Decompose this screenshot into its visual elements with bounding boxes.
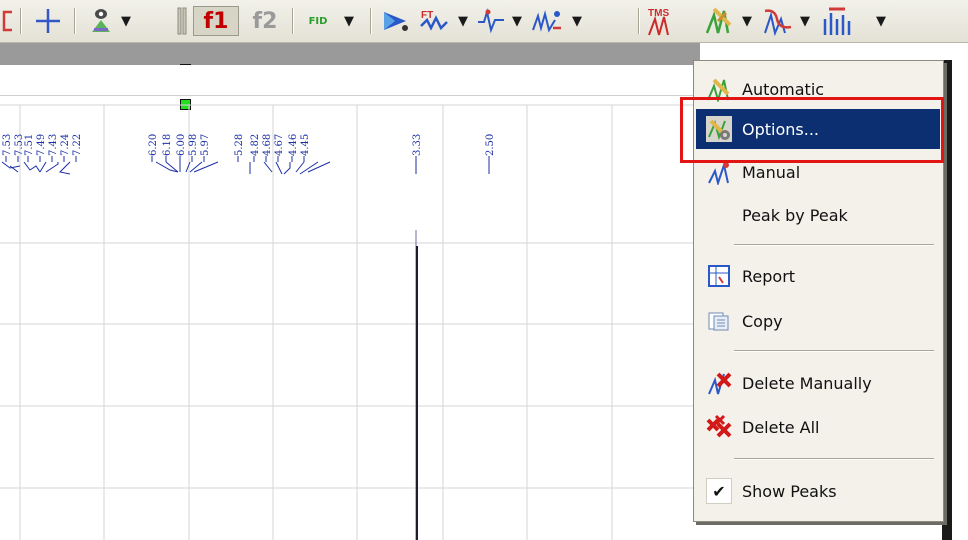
menu-item-peak-by-peak[interactable]: Peak by Peak bbox=[696, 195, 940, 235]
f1-button[interactable]: f1 bbox=[193, 0, 239, 42]
spectrum-title-area bbox=[0, 65, 700, 96]
chevron-down-icon[interactable]: ▼ bbox=[800, 0, 810, 42]
peak-label: 7.43 bbox=[48, 134, 59, 156]
peak-label: 4.68 bbox=[262, 134, 273, 156]
crosshair-icon[interactable] bbox=[28, 0, 68, 42]
peak-connectors bbox=[1, 161, 490, 175]
chevron-down-icon[interactable]: ▼ bbox=[572, 0, 582, 42]
menu-item-label: Manual bbox=[742, 162, 801, 182]
chevron-down-icon[interactable]: ▼ bbox=[344, 0, 354, 42]
eye-icon[interactable] bbox=[84, 0, 118, 42]
spectrum-header-bar bbox=[0, 43, 700, 65]
grid bbox=[0, 104, 700, 540]
menu-item-report[interactable]: Report bbox=[696, 256, 940, 296]
menu-item-copy[interactable]: Copy bbox=[696, 301, 940, 341]
peak-label: 6.00 bbox=[176, 134, 187, 156]
peak-label: 6.18 bbox=[162, 134, 173, 156]
menu-item-delete-all[interactable]: Delete All bbox=[696, 407, 940, 447]
partial-bracket-icon[interactable] bbox=[0, 0, 14, 42]
peak-label: 3.33 bbox=[412, 134, 423, 156]
toolbar-separator bbox=[74, 8, 76, 34]
copy-icon bbox=[696, 310, 742, 332]
menu-item-show-peaks[interactable]: ✔ Show Peaks bbox=[696, 471, 940, 511]
f2-button[interactable]: f2 bbox=[244, 0, 286, 42]
menu-item-label: Report bbox=[742, 266, 796, 286]
process-arrow-icon[interactable] bbox=[378, 0, 414, 42]
menu-separator bbox=[734, 350, 934, 352]
report-icon bbox=[696, 265, 742, 287]
options-highlight-box bbox=[680, 97, 944, 163]
peak-label: 5.28 bbox=[234, 134, 245, 156]
toolbar: ▼ f1 f2 FID ▼ FT ▼ ▼ ▼ TMS ▼ ▼ ▼ bbox=[0, 0, 968, 43]
peak-label: 4.45 bbox=[300, 134, 311, 156]
fid-button[interactable]: FID bbox=[300, 0, 336, 42]
menu-item-label: Copy bbox=[742, 311, 783, 331]
peak-label: 7.49 bbox=[36, 134, 47, 156]
menu-separator bbox=[734, 244, 934, 246]
delete-all-icon bbox=[696, 414, 742, 440]
checkmark-icon: ✔ bbox=[696, 478, 742, 504]
reference-icon[interactable]: TMS bbox=[644, 0, 684, 42]
peak-label: 7.53 bbox=[2, 134, 13, 156]
chevron-down-icon[interactable]: ▼ bbox=[742, 0, 752, 42]
menu-item-label: Peak by Peak bbox=[742, 205, 848, 225]
chevron-down-icon[interactable]: ▼ bbox=[512, 0, 522, 42]
peak-label: 6.20 bbox=[148, 134, 159, 156]
toolbar-separator bbox=[638, 8, 640, 34]
menu-item-delete-manually[interactable]: Delete Manually bbox=[696, 363, 940, 403]
peak-label: 2.50 bbox=[485, 134, 496, 156]
delete-manually-icon bbox=[696, 370, 742, 396]
chevron-down-icon[interactable]: ▼ bbox=[876, 0, 886, 42]
menu-item-label: Delete Manually bbox=[742, 373, 872, 393]
peak-label: 4.46 bbox=[288, 134, 299, 156]
chevron-down-icon[interactable]: ▼ bbox=[121, 0, 131, 42]
baseline-icon[interactable] bbox=[528, 0, 568, 42]
multiplet-icon[interactable] bbox=[818, 0, 858, 42]
peak-label: 7.24 bbox=[60, 134, 71, 156]
integration-icon[interactable] bbox=[758, 0, 798, 42]
fourier-transform-icon[interactable]: FT bbox=[416, 0, 454, 42]
peak-label: 4.67 bbox=[274, 134, 285, 156]
menu-separator bbox=[734, 458, 934, 460]
peak-label: 4.82 bbox=[250, 134, 261, 156]
svg-text:TMS: TMS bbox=[648, 8, 669, 19]
menu-item-label: Show Peaks bbox=[742, 481, 837, 501]
splitter-handle-icon[interactable] bbox=[175, 0, 189, 42]
peak-label: 7.51 bbox=[24, 134, 35, 156]
toolbar-separator bbox=[292, 8, 294, 34]
chevron-down-icon[interactable]: ▼ bbox=[458, 0, 468, 42]
menu-item-label: Automatic bbox=[742, 79, 825, 99]
peak-label: 5.97 bbox=[200, 134, 211, 156]
peak-picking-icon[interactable] bbox=[702, 0, 738, 42]
menu-item-label: Delete All bbox=[742, 417, 820, 437]
toolbar-separator bbox=[20, 8, 22, 34]
toolbar-separator bbox=[370, 8, 372, 34]
peak-label: 5.98 bbox=[188, 134, 199, 156]
phase-correction-icon[interactable] bbox=[474, 0, 508, 42]
peak-label: 7.22 bbox=[72, 134, 83, 156]
peak-label-group: 7.53 7.53 7.51 7.49 7.43 7.24 7.22 6.20 6.18 6.00… bbox=[2, 134, 496, 162]
